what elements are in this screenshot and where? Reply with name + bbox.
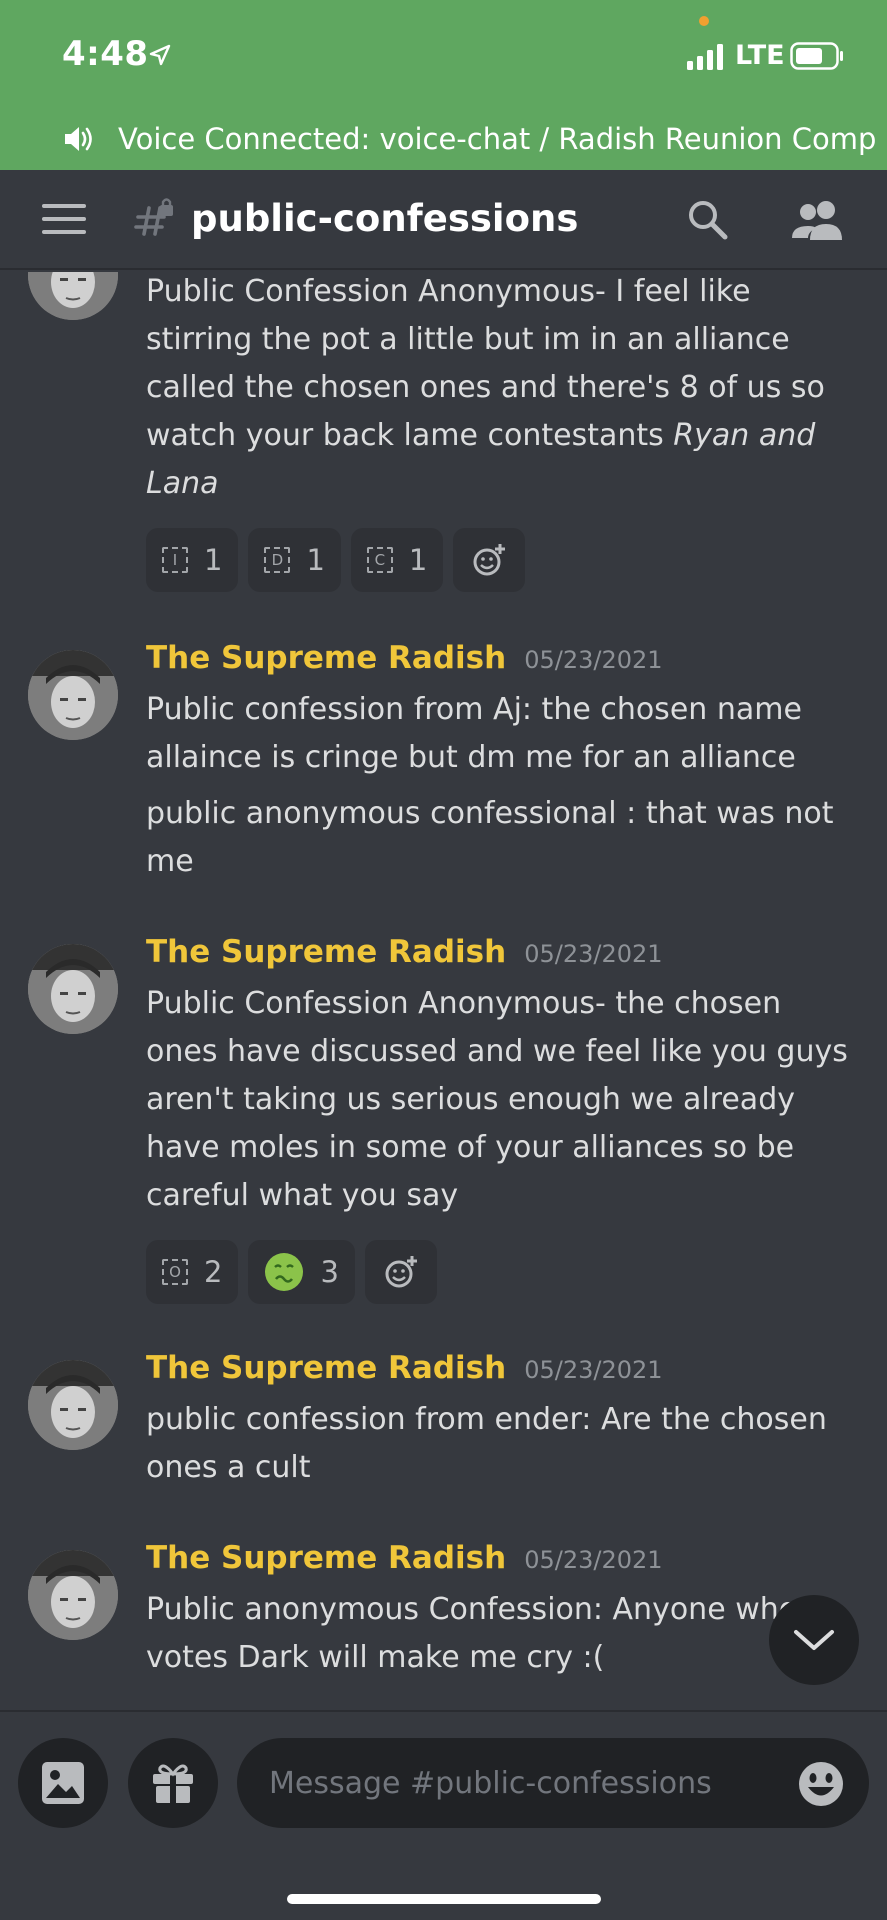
message-composer [0,1710,887,1920]
emoji-picker-icon[interactable] [797,1760,845,1808]
voice-status-text: Voice Connected: voice-chat / Radish Reu… [118,122,877,156]
members-icon[interactable] [790,198,846,242]
reaction-count: 1 [204,543,223,577]
nauseated-face-icon [265,1253,304,1291]
custom-emoji-icon: D [264,547,291,573]
locked-channel-icon [134,198,173,236]
message-text: Public anonymous Confession: Anyone who … [146,1592,798,1675]
avatar[interactable] [28,944,118,1034]
reaction-count: 3 [320,1255,339,1289]
message-text: public anonymous confessional : that was… [146,796,834,879]
message-timestamp: 05/23/2021 [524,646,663,674]
message-body: The Supreme Radish 05/23/2021 Public anon… [146,1540,857,1682]
channel-header: public-confessions [0,170,887,270]
chevron-down-icon [794,1630,834,1650]
image-icon [42,1762,84,1804]
author-name[interactable]: The Supreme Radish [146,934,506,970]
add-reaction-icon [473,544,506,576]
gift-button[interactable] [128,1738,218,1828]
avatar[interactable] [28,1550,118,1640]
reaction-button[interactable]: O 2 [146,1240,239,1304]
message-input[interactable] [237,1738,869,1828]
attach-image-button[interactable] [18,1738,108,1828]
message-body: The Supreme Radish 05/23/2021 Public Conf… [146,934,857,1304]
custom-emoji-icon: C [366,547,393,573]
message-body: Public Confession Anonymous- I feel like… [146,272,857,592]
message-timestamp: 05/23/2021 [524,1356,663,1384]
author-name[interactable]: The Supreme Radish [146,640,506,676]
reaction-bar: O 2 3 [146,1240,857,1304]
add-reaction-icon [385,1256,417,1288]
author-name[interactable]: The Supreme Radish [146,1540,506,1576]
reaction-button[interactable]: 3 [248,1240,355,1304]
privacy-indicator-dot [699,16,709,26]
reaction-count: 1 [408,543,428,577]
reaction-count: 2 [204,1255,223,1289]
message-body: The Supreme Radish 05/23/2021 public conf… [146,1350,857,1492]
location-arrow-icon [149,44,171,66]
search-icon[interactable] [686,198,730,242]
message-list[interactable]: Public Confession Anonymous- I feel like… [0,272,887,1710]
author-name[interactable]: The Supreme Radish [146,1350,506,1386]
battery-icon [790,42,843,70]
message-text: public confession from ender: Are the ch… [146,1402,827,1485]
message-text: Public Confession Anonymous- the chosen … [146,986,848,1213]
add-reaction-button[interactable] [364,1240,437,1304]
channel-title: public-confessions [191,197,579,240]
home-indicator [287,1894,601,1904]
reaction-bar: I 1 D 1 C 1 [146,528,857,592]
hamburger-menu-icon[interactable] [42,202,86,236]
message-timestamp: 05/23/2021 [524,1546,663,1574]
voice-connected-banner[interactable]: Voice Connected: voice-chat / Radish Reu… [0,116,887,170]
gift-icon [153,1764,193,1803]
message-text: Public Confession Anonymous- I feel like… [146,274,825,501]
avatar[interactable] [28,650,118,740]
avatar[interactable] [28,272,118,320]
message-body: The Supreme Radish 05/23/2021 Public conf… [146,640,857,886]
cellular-signal-icon [687,44,723,70]
avatar[interactable] [28,1360,118,1450]
reaction-button[interactable]: C 1 [350,528,444,592]
status-time: 4:48 [62,34,149,74]
message-timestamp: 05/23/2021 [524,940,663,968]
reaction-button[interactable]: D 1 [248,528,341,592]
reaction-count: 1 [306,543,325,577]
message-header: The Supreme Radish 05/23/2021 [146,640,857,686]
network-type: LTE [735,40,785,71]
scroll-to-bottom-button[interactable] [769,1595,859,1685]
reaction-button[interactable]: I 1 [146,528,239,592]
message-header: The Supreme Radish 05/23/2021 [146,1350,857,1396]
add-reaction-button[interactable] [453,528,526,592]
custom-emoji-icon: I [162,547,188,573]
status-bar: 4:48 LTE [0,0,887,116]
message-text: Public confession from Aj: the chosen na… [146,692,802,775]
message-header: The Supreme Radish 05/23/2021 [146,934,857,980]
message-header: The Supreme Radish 05/23/2021 [146,1540,857,1586]
custom-emoji-icon: O [162,1259,188,1285]
speaker-icon [65,127,92,151]
